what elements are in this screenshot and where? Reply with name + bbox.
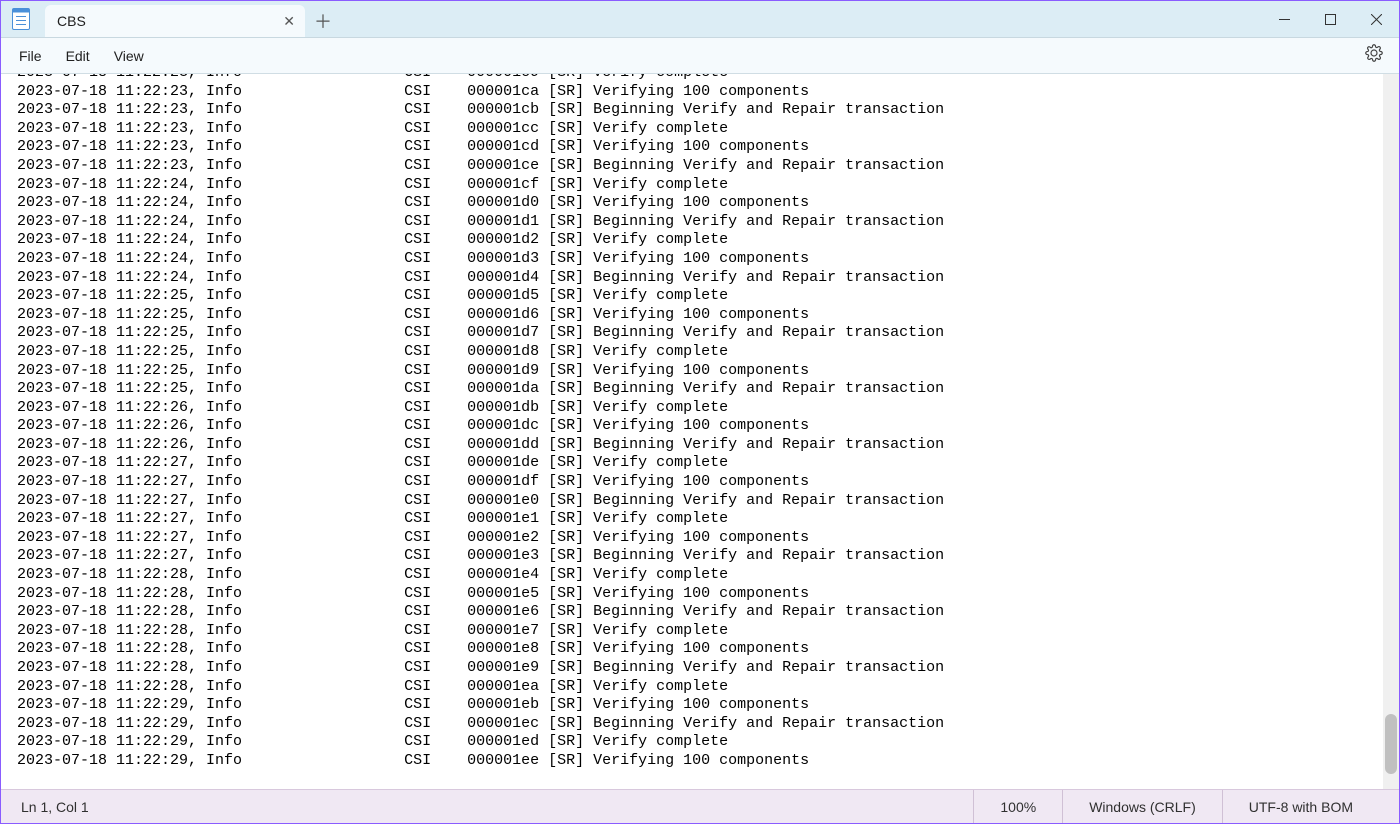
file-tab[interactable]: CBS ✕ [45, 5, 305, 37]
status-line-ending[interactable]: Windows (CRLF) [1062, 790, 1222, 823]
close-window-button[interactable] [1353, 1, 1399, 37]
settings-button[interactable] [1355, 40, 1393, 71]
text-editor[interactable]: 2023-07-18 11:22:23, Info CSI 000001c9 [… [1, 74, 1399, 789]
maximize-button[interactable] [1307, 1, 1353, 37]
minimize-button[interactable] [1261, 1, 1307, 37]
window-controls [1261, 1, 1399, 37]
vertical-scrollbar[interactable] [1383, 74, 1399, 789]
app-icon [1, 1, 41, 37]
menubar: File Edit View [1, 38, 1399, 74]
gear-icon [1365, 44, 1383, 62]
status-cursor-position: Ln 1, Col 1 [21, 799, 973, 815]
tab-title: CBS [57, 13, 86, 29]
statusbar: Ln 1, Col 1 100% Windows (CRLF) UTF-8 wi… [1, 789, 1399, 823]
notepad-icon [12, 8, 30, 30]
editor-content[interactable]: 2023-07-18 11:22:23, Info CSI 000001c9 [… [1, 74, 960, 771]
close-tab-icon[interactable]: ✕ [283, 13, 295, 30]
menu-edit[interactable]: Edit [54, 42, 102, 70]
titlebar: CBS ✕ ＋ [1, 1, 1399, 38]
scrollbar-thumb[interactable] [1385, 714, 1397, 774]
status-encoding[interactable]: UTF-8 with BOM [1222, 790, 1379, 823]
status-zoom[interactable]: 100% [973, 790, 1062, 823]
menu-file[interactable]: File [7, 42, 54, 70]
new-tab-button[interactable]: ＋ [305, 5, 341, 37]
menu-view[interactable]: View [102, 42, 156, 70]
